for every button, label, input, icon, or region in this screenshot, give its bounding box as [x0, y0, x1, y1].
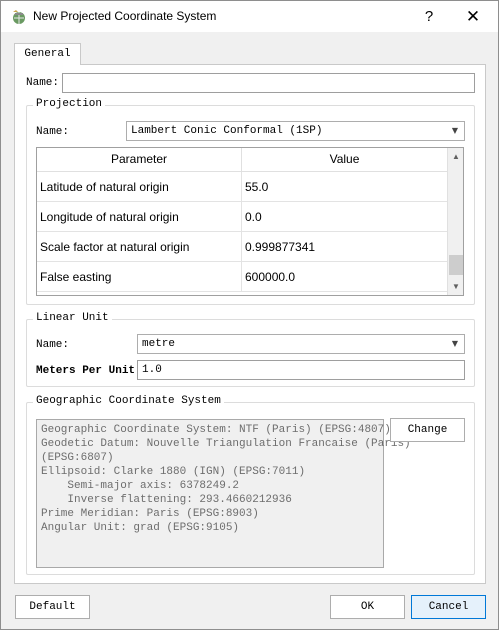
table-header-value: Value	[242, 148, 447, 172]
scroll-up-arrow-icon[interactable]: ▲	[448, 148, 463, 165]
gcs-group-title: Geographic Coordinate System	[33, 395, 224, 407]
table-cell-value[interactable]: 55.0	[242, 172, 447, 202]
gcs-line: Semi-major axis: 6378249.2	[41, 480, 240, 492]
linear-unit-value: metre	[142, 338, 176, 350]
dialog-window: New Projected Coordinate System ? ✕ Gene…	[0, 0, 499, 630]
chevron-down-icon: ▼	[451, 339, 458, 348]
scrollbar-thumb[interactable]	[449, 255, 463, 275]
gcs-line: Angular Unit: grad (EPSG:9105)	[41, 522, 240, 534]
default-button[interactable]: Default	[15, 595, 90, 619]
table-row[interactable]: Longitude of natural origin 0.0	[37, 202, 447, 232]
projection-group-title: Projection	[33, 98, 106, 110]
meters-per-unit-input[interactable]: 1.0	[137, 360, 465, 380]
table-cell-value[interactable]: 0.0	[242, 202, 447, 232]
table-cell-parameter: Longitude of natural origin	[37, 202, 242, 232]
gcs-line: Ellipsoid: Clarke 1880 (IGN) (EPSG:7011)	[41, 466, 306, 478]
meters-per-unit-label: Meters Per Unit:	[36, 365, 142, 377]
globe-app-icon	[13, 10, 25, 24]
table-header-parameter: Parameter	[37, 148, 242, 172]
projection-name-label: Name:	[36, 126, 70, 138]
gcs-line: Geodetic Datum: Nouvelle Triangulation F…	[41, 438, 411, 450]
tab-general[interactable]: General	[14, 43, 81, 65]
linear-unit-group-title: Linear Unit	[33, 312, 112, 324]
cancel-button[interactable]: Cancel	[411, 595, 486, 619]
name-input[interactable]	[62, 73, 475, 93]
gcs-line: (EPSG:6807)	[41, 452, 114, 464]
table-row[interactable]: Scale factor at natural origin 0.9998773…	[37, 232, 447, 262]
parameters-table: Parameter Value Latitude of natural orig…	[36, 147, 464, 296]
gcs-line: Prime Meridian: Paris (EPSG:8903)	[41, 508, 259, 520]
gcs-details-text: Geographic Coordinate System: NTF (Paris…	[36, 419, 411, 568]
table-cell-parameter: False easting	[37, 262, 242, 292]
ok-button[interactable]: OK	[330, 595, 405, 619]
table-row[interactable]: Latitude of natural origin 55.0	[37, 172, 447, 202]
help-button[interactable]: ?	[409, 1, 449, 32]
scroll-down-arrow-icon[interactable]: ▼	[448, 278, 463, 295]
linear-unit-dropdown[interactable]: metre ▼	[137, 334, 465, 354]
projection-name-value: Lambert Conic Conformal (1SP)	[131, 125, 323, 137]
table-cell-parameter: Scale factor at natural origin	[37, 232, 242, 262]
linear-unit-name-label: Name:	[36, 339, 70, 351]
close-button[interactable]: ✕	[453, 1, 493, 32]
title-bar: New Projected Coordinate System ? ✕	[1, 1, 498, 32]
gcs-line: Geographic Coordinate System: NTF (Paris…	[41, 424, 391, 436]
table-cell-value[interactable]: 0.999877341	[242, 232, 447, 262]
name-label: Name:	[26, 77, 60, 89]
table-row[interactable]: False easting 600000.0	[37, 262, 447, 292]
window-title: New Projected Coordinate System	[33, 9, 217, 23]
change-button[interactable]: Change	[390, 418, 465, 442]
table-cell-value[interactable]: 600000.0	[242, 262, 447, 292]
projection-name-dropdown[interactable]: Lambert Conic Conformal (1SP) ▼	[126, 121, 465, 141]
gcs-line: Inverse flattening: 293.4660212936	[41, 494, 292, 506]
table-cell-parameter: Latitude of natural origin	[37, 172, 242, 202]
table-scrollbar[interactable]: ▲ ▼	[447, 148, 463, 295]
chevron-down-icon: ▼	[451, 126, 458, 135]
